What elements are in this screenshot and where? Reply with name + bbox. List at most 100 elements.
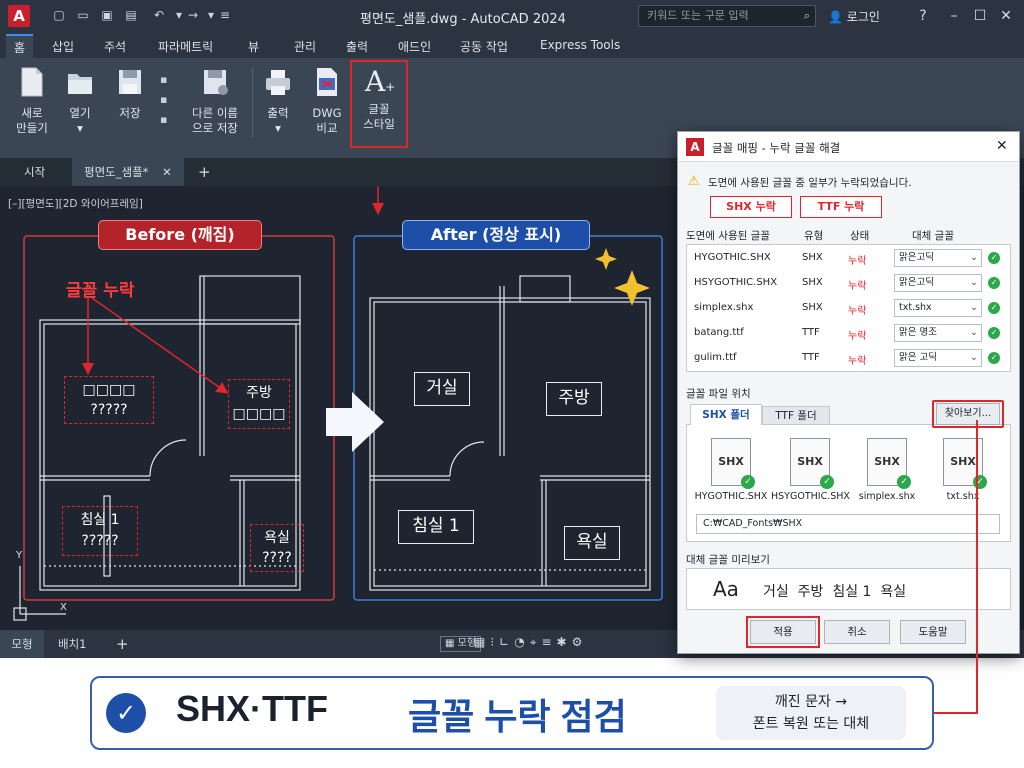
- autocad-logo[interactable]: A: [8, 5, 30, 27]
- new-file-icon[interactable]: ▢: [52, 8, 66, 22]
- font-type: SHX: [802, 277, 823, 288]
- lineweight-icon[interactable]: ≡: [541, 635, 556, 649]
- file-name: simplex.shx: [858, 491, 916, 502]
- cancel-button[interactable]: 취소: [824, 620, 890, 644]
- open-button[interactable]: 열기 ▾: [62, 66, 98, 136]
- search-placeholder: 키워드 또는 구문 입력: [647, 9, 749, 22]
- ribbon-tabs: 홈 삽입 주석 파라메트릭 뷰 관리 출력 애드인 공동 작업 Express …: [0, 32, 1024, 58]
- undo-icon[interactable]: ↶: [152, 8, 166, 22]
- small-save-icon[interactable]: ▪: [160, 70, 167, 90]
- tab-insert[interactable]: 삽입: [52, 38, 74, 54]
- maximize-icon[interactable]: ☐: [970, 6, 990, 26]
- annotation-icon[interactable]: ✱: [557, 635, 572, 649]
- file-item[interactable]: SHX ✓ txt.shx: [924, 438, 1002, 502]
- substitute-select[interactable]: 맑은고딕 ⌄: [894, 249, 982, 267]
- substitute-select[interactable]: 맑은고딕 ⌄: [894, 274, 982, 292]
- table-row[interactable]: gulim.ttf TTF 누락 맑은 고딕 ⌄ ✓: [686, 346, 1001, 370]
- table-group-label: 도면에 사용된 글꼴: [686, 230, 770, 242]
- tab-active-drawing[interactable]: 평면도_샘플* ✕: [72, 158, 184, 186]
- tab-output[interactable]: 출력: [346, 38, 368, 54]
- dwg-compare-button[interactable]: DWG 비교: [306, 66, 348, 136]
- close-tab-icon[interactable]: ✕: [162, 165, 172, 179]
- redo-dropdown-icon[interactable]: ▾: [204, 8, 218, 22]
- tab-parametric[interactable]: 파라메트릭: [158, 38, 213, 54]
- file-item[interactable]: SHX ✓ HSYGOTHIC.SHX: [771, 438, 850, 502]
- add-layout-button[interactable]: +: [116, 630, 129, 658]
- workspace-icon[interactable]: ⚙: [572, 635, 588, 649]
- path-field[interactable]: C:₩CAD_Fonts₩SHX: [696, 514, 1000, 534]
- plot-dropdown-icon[interactable]: ▾: [258, 121, 298, 136]
- chevron-down-icon: ⌄: [970, 302, 978, 313]
- sparkle-large: [614, 270, 650, 306]
- polar-icon[interactable]: ◔: [514, 635, 529, 649]
- substitute-value: 맑은고딕: [899, 252, 934, 263]
- tab-annotate[interactable]: 주석: [104, 38, 126, 54]
- warning-icon: ⚠: [688, 174, 700, 189]
- help-dialog-button[interactable]: 도움말: [900, 620, 966, 644]
- after-room-bedroom: 침실 1: [398, 510, 474, 544]
- print-icon[interactable]: ▤: [124, 8, 138, 22]
- tab-layout1[interactable]: 배치1: [58, 630, 86, 658]
- substitute-select[interactable]: txt.shx ⌄: [894, 299, 982, 317]
- ortho-icon[interactable]: ∟: [499, 635, 514, 649]
- new-label: 새로 만들기: [16, 106, 48, 135]
- search-icon[interactable]: ⌕: [804, 6, 810, 26]
- check-circle-icon: ✓: [106, 693, 146, 733]
- login-button[interactable]: 👤 로그인: [828, 8, 880, 25]
- open-dropdown-icon[interactable]: ▾: [62, 121, 98, 136]
- customize-qat-icon[interactable]: ≡: [218, 8, 232, 22]
- table-row[interactable]: simplex.shx SHX 누락 txt.shx ⌄ ✓: [686, 296, 1001, 320]
- plot-button[interactable]: 출력 ▾: [258, 66, 298, 136]
- preview-aa: Aa: [713, 577, 739, 601]
- tab-view[interactable]: 뷰: [248, 38, 259, 54]
- apply-button[interactable]: 적용: [750, 620, 816, 644]
- warning-text: 도면에 사용된 글꼴 중 일부가 누락되었습니다.: [708, 177, 912, 189]
- add-tab-button[interactable]: +: [186, 158, 223, 186]
- tab-ttf-folder[interactable]: TTF 폴더: [762, 406, 830, 425]
- tab-addins[interactable]: 애드인: [398, 38, 431, 54]
- tab-shx-folder[interactable]: SHX 폴더: [690, 404, 762, 425]
- help-button[interactable]: ?: [913, 6, 933, 26]
- tab-model[interactable]: 모형: [0, 630, 44, 658]
- col-sub-header: 대체 글꼴: [912, 230, 954, 242]
- close-window-icon[interactable]: ✕: [996, 6, 1016, 26]
- dialog-close-icon[interactable]: ✕: [996, 138, 1008, 154]
- snap-icon[interactable]: ⁝: [490, 635, 499, 649]
- check-icon: ✓: [988, 277, 1000, 289]
- file-item[interactable]: SHX ✓ HYGOTHIC.SHX: [692, 438, 770, 502]
- tab-start[interactable]: 시작: [12, 158, 57, 186]
- small-export-icon[interactable]: ▪: [160, 90, 167, 110]
- browse-button[interactable]: 찾아보기...: [936, 403, 1000, 425]
- tab-home[interactable]: 홈: [6, 34, 34, 58]
- search-input[interactable]: 키워드 또는 구문 입력 ⌕: [638, 5, 816, 27]
- redo-icon[interactable]: →: [186, 8, 200, 22]
- osnap-icon[interactable]: ⌖: [530, 635, 542, 649]
- table-row[interactable]: batang.ttf TTF 누락 맑은 명조 ⌄ ✓: [686, 321, 1001, 345]
- grid-icon[interactable]: ▦: [474, 635, 490, 649]
- font-style-button[interactable]: A+ 글꼴 스타일: [354, 66, 404, 132]
- minimize-icon[interactable]: –: [944, 6, 964, 26]
- printer-icon: [266, 70, 290, 95]
- font-type: TTF: [802, 352, 820, 363]
- save-as-button[interactable]: 다른 이름 으로 저장: [184, 66, 246, 136]
- table-row[interactable]: HYGOTHIC.SHX SHX 누락 맑은고딕 ⌄ ✓: [686, 246, 1001, 270]
- file-item[interactable]: SHX ✓ simplex.shx: [848, 438, 926, 502]
- save-icon[interactable]: ▣: [100, 8, 114, 22]
- viewport-controls[interactable]: [–][평면도][2D 와이어프레임]: [8, 196, 143, 211]
- new-button[interactable]: 새로 만들기: [10, 66, 54, 136]
- chevron-down-icon: ⌄: [970, 327, 978, 338]
- after-room-living: 거실: [414, 372, 470, 406]
- font-mapping-dialog: A 글꼴 매핑 - 누락 글꼴 해결 ✕ ⚠ 도면에 사용된 글꼴 중 일부가 …: [677, 131, 1020, 654]
- font-type: SHX: [802, 252, 823, 263]
- undo-dropdown-icon[interactable]: ▾: [172, 8, 186, 22]
- substitute-select[interactable]: 맑은 명조 ⌄: [894, 324, 982, 342]
- small-publish-icon[interactable]: ▪: [160, 110, 167, 130]
- tab-express-tools[interactable]: Express Tools: [540, 38, 620, 54]
- tab-manage[interactable]: 관리: [294, 38, 316, 54]
- tab-collaborate[interactable]: 공동 작업: [460, 38, 508, 54]
- substitute-select[interactable]: 맑은 고딕 ⌄: [894, 349, 982, 367]
- save-button[interactable]: 저장: [112, 66, 148, 121]
- open-folder-icon[interactable]: ▭: [76, 8, 90, 22]
- badge-shx-missing: SHX 누락: [710, 196, 792, 218]
- table-row[interactable]: HSYGOTHIC.SHX SHX 누락 맑은고딕 ⌄ ✓: [686, 271, 1001, 295]
